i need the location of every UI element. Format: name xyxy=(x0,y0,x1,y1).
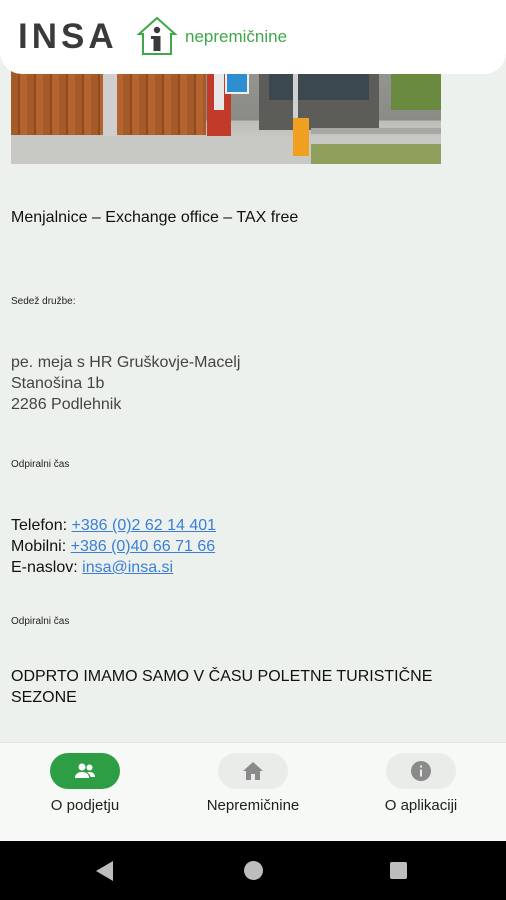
mobile-link[interactable]: +386 (0)40 66 71 66 xyxy=(71,538,216,555)
bottom-navigation: O podjetju Nepremičnine O aplikaciji xyxy=(0,742,506,841)
season-notice: ODPRTO IMAMO SAMO V ČASU POLETNE TURISTI… xyxy=(11,668,433,706)
nav-label: O aplikaciji xyxy=(384,797,458,814)
home-circle-icon[interactable] xyxy=(244,861,263,880)
house-info-logo-icon xyxy=(136,16,178,55)
logo-subtitle: nepremičnine xyxy=(185,27,288,46)
recents-icon[interactable] xyxy=(390,862,407,879)
email-link[interactable]: insa@insa.si xyxy=(82,559,173,576)
address-line: Stanošina 1b xyxy=(11,375,105,392)
nav-label: Nepremičnine xyxy=(206,797,300,814)
people-icon xyxy=(75,763,95,778)
contacts-block: Telefon: +386 (0)2 62 14 401 Mobilni: +3… xyxy=(11,515,491,578)
address-line: 2286 Podlehnik xyxy=(11,396,122,413)
nav-pill xyxy=(386,753,456,789)
phone-label: Telefon: xyxy=(11,517,68,534)
email-row: E-naslov: insa@insa.si xyxy=(11,557,491,578)
address-line: pe. meja s HR Gruškovje-Macelj xyxy=(11,354,241,371)
nav-pill xyxy=(218,753,288,789)
nav-label: O podjetju xyxy=(50,797,120,814)
phone-row: Telefon: +386 (0)2 62 14 401 xyxy=(11,515,491,536)
opening-hours-label: Odpiralni čas xyxy=(11,616,70,627)
content-area[interactable]: Menjalnice – Exchange office – TAX free … xyxy=(0,0,506,742)
nav-pill-active xyxy=(50,753,120,789)
nav-item-about-app[interactable]: O aplikaciji xyxy=(337,743,505,842)
opening-hours-label: Odpiralni čas xyxy=(11,459,70,470)
logo-text: INSA xyxy=(18,17,118,56)
system-navigation-bar xyxy=(0,841,506,900)
mobile-label: Mobilni: xyxy=(11,538,67,555)
email-label: E-naslov: xyxy=(11,559,78,576)
home-icon xyxy=(243,762,263,780)
nav-item-real-estate[interactable]: Nepremičnine xyxy=(169,743,337,842)
back-icon[interactable] xyxy=(96,861,113,881)
app-header: INSA nepremičnine xyxy=(0,0,506,74)
phone-link[interactable]: +386 (0)2 62 14 401 xyxy=(72,517,217,534)
office-heading: Menjalnice – Exchange office – TAX free xyxy=(11,209,299,226)
seat-label: Sedež družbe: xyxy=(11,296,76,307)
address-block: pe. meja s HR Gruškovje-Macelj Stanošina… xyxy=(11,352,491,415)
mobile-row: Mobilni: +386 (0)40 66 71 66 xyxy=(11,536,491,557)
info-icon xyxy=(411,761,431,781)
nav-item-about-company[interactable]: O podjetju xyxy=(1,743,169,842)
